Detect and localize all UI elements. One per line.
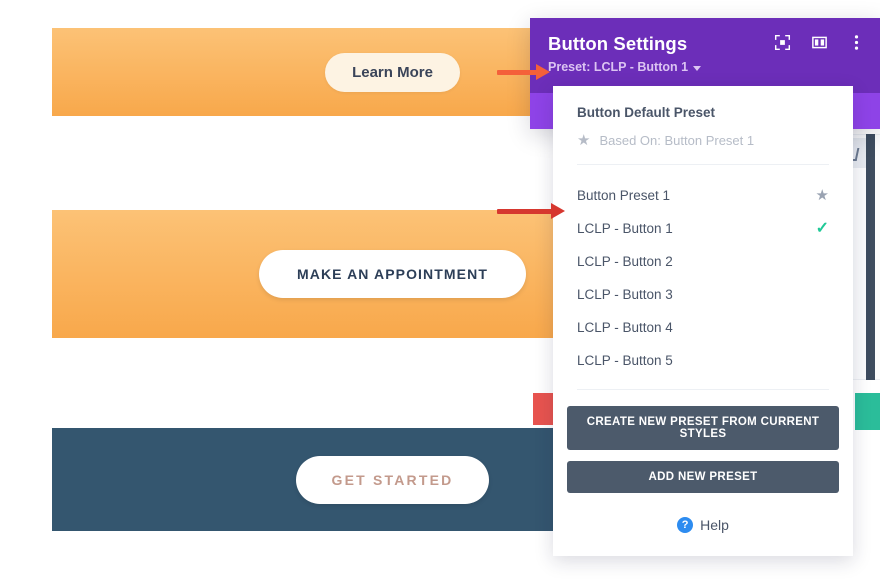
preset-item-button-preset-1[interactable]: Button Preset 1 ★ <box>553 179 853 212</box>
help-link[interactable]: ? Help <box>553 499 853 547</box>
modal-header: Button Settings Preset: LCLP - Button 1 <box>530 18 880 93</box>
question-mark-icon: ? <box>677 517 694 533</box>
preset-selector-label: Preset: LCLP - Button 1 <box>548 60 689 74</box>
star-icon: ★ <box>577 132 591 149</box>
arrow-to-preset-label <box>497 64 550 80</box>
chevron-down-icon <box>693 65 702 71</box>
based-on-label: Based On: Button Preset 1 <box>599 133 755 148</box>
preset-dropdown-menu: Button Default Preset ★ Based On: Button… <box>553 86 853 556</box>
preset-list: Button Preset 1 ★ LCLP - Button 1 ✓ LCLP… <box>553 165 853 389</box>
teal-color-chip <box>855 393 880 430</box>
preset-item-label: LCLP - Button 3 <box>577 287 673 302</box>
add-new-preset-button[interactable]: ADD NEW PRESET <box>567 461 839 493</box>
vertical-scrollbar[interactable] <box>866 134 875 380</box>
learn-more-button[interactable]: Learn More <box>325 52 460 92</box>
modal-header-icons <box>772 32 866 52</box>
default-preset-based-on: ★ Based On: Button Preset 1 <box>577 132 829 149</box>
arrow-to-selected-preset <box>497 203 565 219</box>
get-started-button[interactable]: GET STARTED <box>295 455 490 504</box>
preset-item-label: LCLP - Button 1 <box>577 221 673 236</box>
preset-item-label: LCLP - Button 4 <box>577 320 673 335</box>
layout-columns-icon[interactable] <box>809 32 829 52</box>
preset-item-lclp-button-4[interactable]: LCLP - Button 4 <box>553 311 853 344</box>
preset-selector-trigger[interactable]: Preset: LCLP - Button 1 <box>548 60 702 74</box>
dropdown-actions: CREATE NEW PRESET FROM CURRENT STYLES AD… <box>553 390 853 499</box>
default-preset-title: Button Default Preset <box>577 105 716 120</box>
focus-target-icon[interactable] <box>772 32 792 52</box>
preset-item-lclp-button-1[interactable]: LCLP - Button 1 ✓ <box>553 212 853 245</box>
default-preset-block: Button Default Preset ★ Based On: Button… <box>553 86 853 164</box>
preset-item-lclp-button-5[interactable]: LCLP - Button 5 <box>553 344 853 377</box>
make-an-appointment-button[interactable]: MAKE AN APPOINTMENT <box>259 250 526 298</box>
more-options-icon[interactable] <box>846 32 866 52</box>
preset-item-lclp-button-3[interactable]: LCLP - Button 3 <box>553 278 853 311</box>
check-icon: ✓ <box>815 219 829 237</box>
preset-item-lclp-button-2[interactable]: LCLP - Button 2 <box>553 245 853 278</box>
create-new-preset-from-current-styles-button[interactable]: CREATE NEW PRESET FROM CURRENT STYLES <box>567 406 839 450</box>
screenshot-root: Learn More MAKE AN APPOINTMENT GET START… <box>0 0 880 580</box>
preset-item-label: LCLP - Button 5 <box>577 353 673 368</box>
preset-item-label: Button Preset 1 <box>577 188 671 203</box>
help-label: Help <box>700 517 729 533</box>
preset-item-label: LCLP - Button 2 <box>577 254 673 269</box>
star-icon[interactable]: ★ <box>816 188 829 203</box>
